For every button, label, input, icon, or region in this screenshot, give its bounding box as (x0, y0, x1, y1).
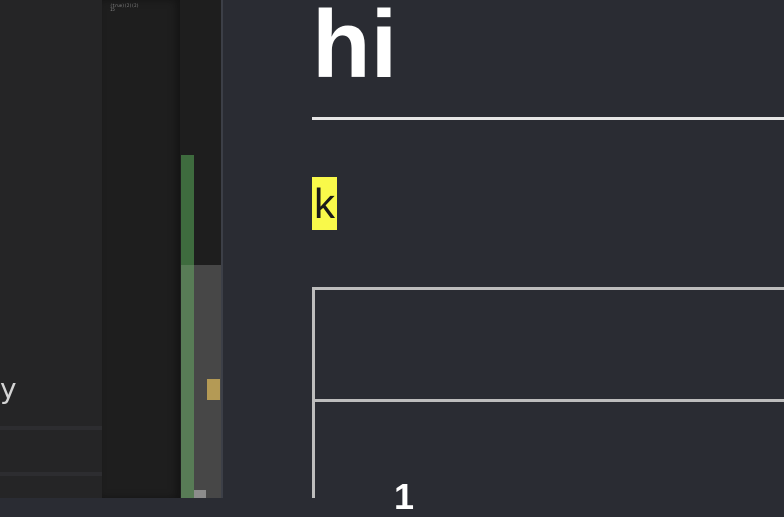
table-border-top (312, 287, 784, 290)
overview-ruler-marker (207, 379, 220, 400)
table-cell: 1 (394, 476, 415, 517)
heading-underline (312, 117, 784, 120)
table-border-left (312, 287, 315, 498)
editor-line-highlight (0, 472, 102, 476)
minimap[interactable]: (true)(2)(2) 15 (102, 0, 180, 498)
editor-line-highlight (0, 426, 102, 430)
preview-heading: hi (312, 0, 398, 98)
diff-added-marker (181, 265, 194, 498)
table-row-separator (312, 399, 784, 402)
editor-text[interactable]: y (0, 372, 17, 406)
overview-ruler-cursor (194, 490, 206, 498)
highlighted-text: k (312, 177, 337, 230)
editor-pane[interactable]: y (0, 0, 102, 498)
diff-added-marker (181, 155, 194, 265)
preview-table: 1 (312, 287, 784, 517)
minimap-text: (true)(2)(2) 15 (110, 3, 139, 12)
